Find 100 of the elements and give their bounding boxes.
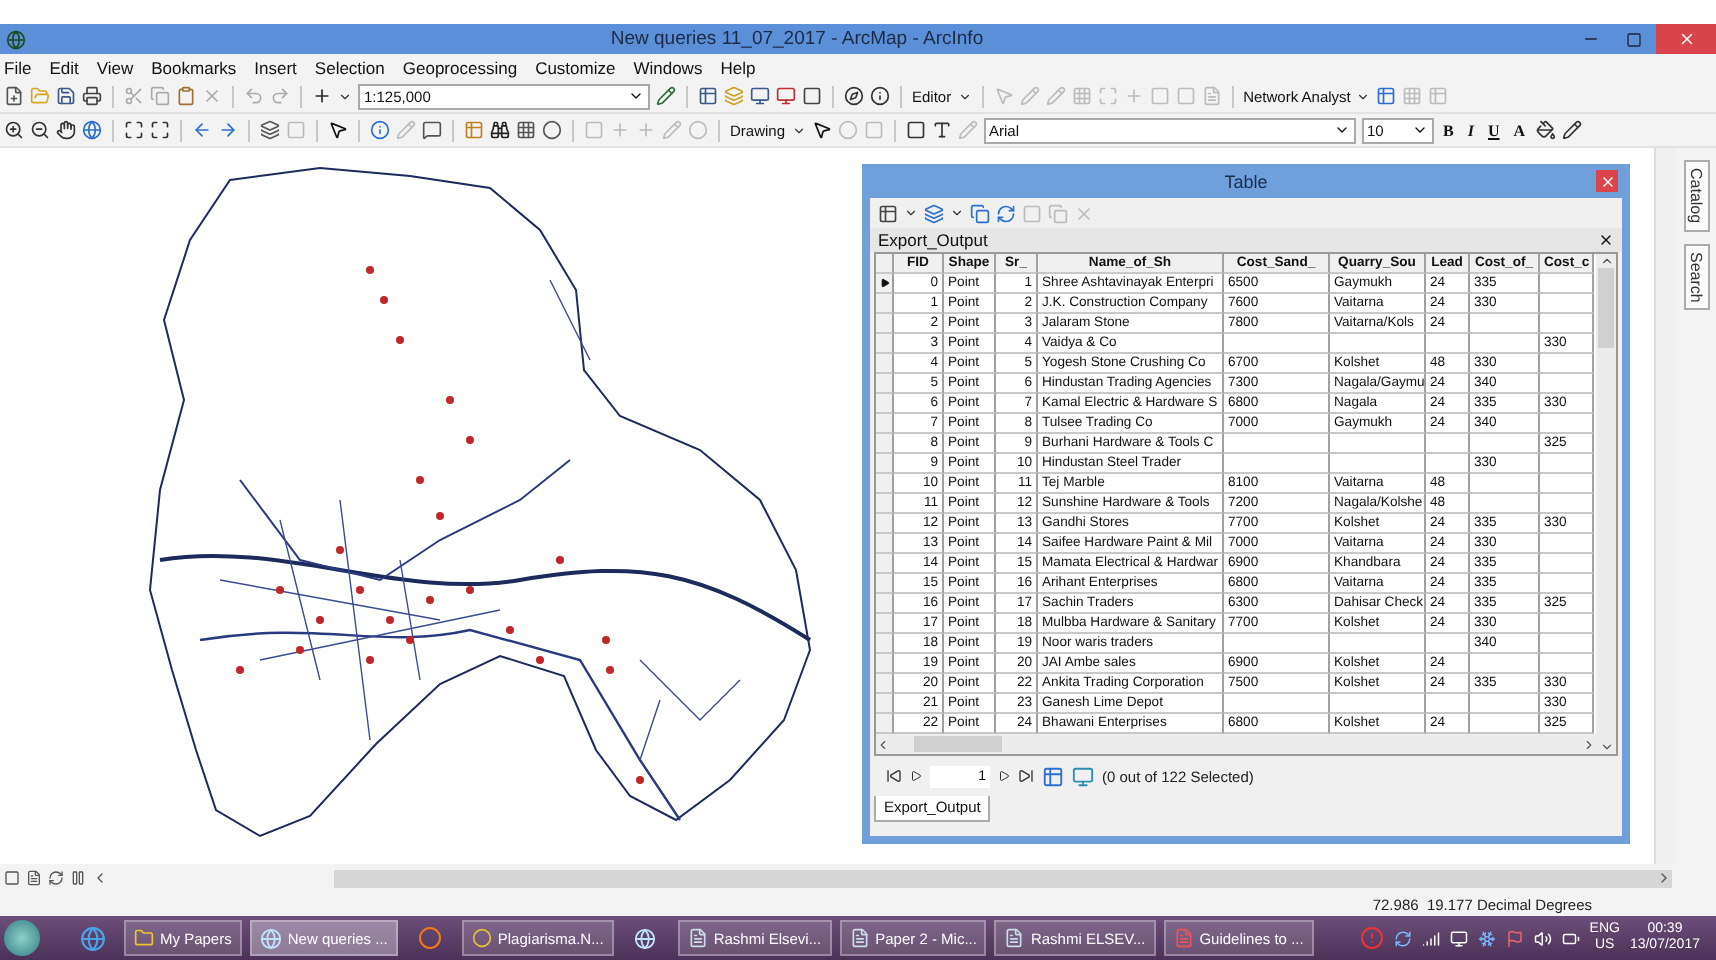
speaker-icon[interactable] — [1533, 929, 1552, 947]
scroll-right-icon[interactable] — [1656, 869, 1672, 885]
expand-icon[interactable] — [150, 120, 170, 140]
app-globe-icon — [6, 29, 26, 49]
scroll-bar[interactable] — [334, 869, 1672, 887]
pointer-icon[interactable] — [811, 120, 832, 140]
snowflake-icon[interactable] — [1477, 929, 1496, 947]
scissors-icon[interactable] — [124, 86, 144, 106]
start-button[interactable] — [4, 920, 40, 956]
format-button[interactable]: A — [1509, 121, 1530, 139]
row-selector[interactable] — [876, 274, 894, 294]
last-record-icon[interactable] — [1018, 768, 1034, 784]
scroll-down-icon[interactable] — [1599, 740, 1613, 754]
menu-item[interactable]: Customize — [535, 57, 616, 77]
table-cell — [1470, 434, 1540, 454]
pointer-icon[interactable] — [328, 120, 348, 140]
caret-icon[interactable] — [338, 89, 352, 103]
scroll-thumb[interactable] — [1598, 268, 1614, 348]
caret-icon[interactable] — [1356, 89, 1371, 103]
expand-icon[interactable] — [124, 120, 144, 140]
forward-icon[interactable] — [218, 120, 238, 140]
pan-icon[interactable] — [56, 120, 76, 140]
scroll-bar[interactable] — [1654, 148, 1676, 864]
compass-icon[interactable] — [844, 86, 864, 106]
scroll-up-icon[interactable] — [1599, 254, 1613, 268]
next-icon[interactable] — [998, 770, 1010, 782]
layers-icon[interactable] — [924, 203, 944, 223]
circle-icon[interactable] — [542, 120, 562, 140]
undo-icon[interactable] — [244, 86, 264, 106]
folder-icon — [134, 928, 154, 948]
caret-icon[interactable] — [950, 206, 964, 220]
dock-tab[interactable]: Catalog — [1683, 160, 1709, 232]
alert-icon[interactable] — [1359, 926, 1384, 950]
pencil-icon[interactable] — [1561, 120, 1582, 140]
grid-icon[interactable] — [516, 120, 536, 140]
message-icon[interactable] — [422, 120, 442, 140]
menu-item[interactable]: Selection — [314, 57, 385, 77]
delete-icon[interactable] — [202, 86, 222, 106]
page-icon[interactable] — [26, 870, 42, 886]
monitor-icon[interactable] — [1449, 929, 1468, 947]
format-button[interactable]: U — [1483, 121, 1504, 139]
info-icon[interactable] — [370, 120, 390, 140]
pause-icon[interactable] — [70, 870, 86, 886]
menu-item[interactable]: Help — [720, 57, 756, 77]
caret-icon[interactable] — [791, 123, 806, 137]
menu-item[interactable]: Insert — [254, 57, 297, 77]
caret-icon[interactable] — [957, 89, 972, 103]
copy-icon[interactable] — [150, 86, 170, 106]
signal-icon[interactable] — [1421, 929, 1440, 947]
redo-icon[interactable] — [270, 86, 290, 106]
first-record-icon[interactable] — [886, 768, 902, 784]
previous-icon[interactable] — [910, 770, 922, 782]
table-cell — [1540, 634, 1594, 654]
zoom-in-icon[interactable] — [4, 120, 24, 140]
window-title: New queries 11_07_2017 - ArcMap - ArcInfo — [608, 28, 986, 50]
flag-icon[interactable] — [1505, 929, 1524, 947]
close-button[interactable] — [1656, 24, 1716, 54]
menu-item[interactable]: Edit — [49, 57, 79, 77]
corner-cell[interactable] — [876, 254, 894, 274]
sync-icon[interactable] — [1393, 929, 1412, 947]
refresh-icon[interactable] — [996, 203, 1016, 223]
rectangle-icon[interactable] — [905, 120, 926, 140]
caret-icon[interactable] — [904, 206, 918, 220]
globe-icon[interactable] — [82, 120, 102, 140]
new-file-icon[interactable] — [4, 86, 24, 106]
dock-tab[interactable]: Search — [1683, 243, 1709, 310]
printer-icon[interactable] — [82, 86, 102, 106]
scroll-left-icon[interactable] — [876, 737, 890, 751]
square-icon[interactable] — [802, 86, 822, 106]
table-view-icon[interactable] — [1042, 765, 1064, 787]
format-button[interactable]: B — [1439, 121, 1458, 139]
menu-item[interactable]: Windows — [633, 57, 703, 77]
table-options-icon[interactable] — [878, 203, 898, 223]
format-button[interactable]: I — [1463, 121, 1478, 139]
menu-item[interactable]: Geoprocessing — [402, 57, 518, 77]
pencil-icon[interactable] — [656, 86, 676, 106]
paint-bucket-icon[interactable] — [1535, 120, 1556, 140]
text-icon[interactable] — [931, 120, 952, 140]
menu-item[interactable]: Bookmarks — [151, 57, 237, 77]
document-icon — [1173, 928, 1194, 948]
save-icon[interactable] — [56, 86, 76, 106]
copy-icon[interactable] — [970, 203, 990, 223]
battery-icon[interactable] — [1561, 929, 1580, 947]
scroll-thumb[interactable] — [914, 736, 1002, 752]
table-icon[interactable] — [698, 86, 718, 106]
layers-icon[interactable] — [260, 120, 280, 140]
menu-item[interactable]: File — [4, 57, 32, 77]
menu-item[interactable]: View — [96, 57, 134, 77]
clipboard-icon[interactable] — [176, 86, 196, 106]
table-close-button[interactable] — [1596, 170, 1618, 192]
circle-icon[interactable] — [417, 926, 442, 950]
scroll-left-icon[interactable] — [92, 870, 108, 886]
table-icon[interactable] — [1376, 86, 1397, 106]
binoculars-icon[interactable] — [490, 120, 510, 140]
refresh-icon[interactable] — [48, 870, 64, 886]
globe-icon[interactable] — [79, 925, 105, 951]
back-icon[interactable] — [192, 120, 212, 140]
close-icon[interactable] — [1598, 232, 1614, 248]
zoom-out-icon[interactable] — [30, 120, 50, 140]
scroll-right-icon[interactable] — [1582, 737, 1596, 751]
